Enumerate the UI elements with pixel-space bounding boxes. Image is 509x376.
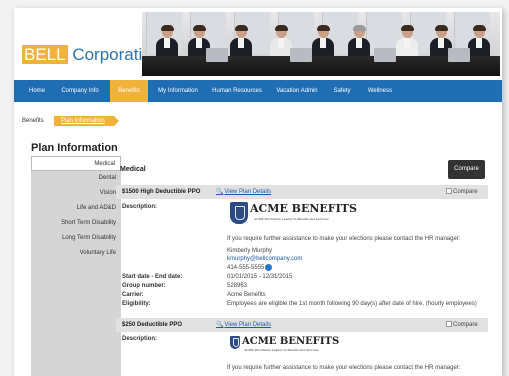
nav-benefits[interactable]: Benefits: [110, 80, 148, 102]
breadcrumb-benefits[interactable]: Benefits: [22, 116, 44, 126]
main-nav: Home Company Info Benefits My Informatio…: [14, 80, 502, 102]
page: BELL Corporation Home Company Info Benef…: [14, 8, 502, 376]
phone-icon[interactable]: [265, 264, 273, 271]
eligibility-value: Employees are eligible the 1st month fol…: [227, 301, 477, 307]
compare-checkbox[interactable]: Compare: [446, 185, 478, 199]
contact-phone-row: 414-555-5555: [227, 264, 273, 272]
carrier-logo: ACME BENEFITS ACME Worldwide Leader in B…: [228, 200, 357, 228]
carrier-logo-text: ACME BENEFITS: [242, 336, 340, 347]
header-banner-photo: [142, 12, 500, 76]
nav-human-resources[interactable]: Human Resources: [210, 80, 264, 102]
view-plan-details-link[interactable]: 🔍View Plan Details: [216, 318, 271, 332]
nav-my-information[interactable]: My Information: [154, 80, 202, 102]
breadcrumb-plan-information[interactable]: Plan Information: [54, 116, 119, 126]
contact-phone: 414-555-5555: [227, 265, 265, 272]
carrier-logo: ACME BENEFITS ACME Worldwide Leader in B…: [228, 336, 340, 352]
company-logo[interactable]: BELL Corporation: [22, 45, 161, 65]
section-title: Medical: [120, 166, 146, 173]
magnifier-icon: 🔍: [216, 322, 224, 328]
eligibility-label: Eligibility:: [122, 301, 151, 307]
header: BELL Corporation: [14, 8, 502, 80]
assistance-text: If you require further assistance to mak…: [227, 236, 461, 242]
shield-logo-icon: [230, 202, 248, 224]
carrier-logo-tagline: ACME Worldwide Leader in Benefit and Ser…: [254, 217, 329, 221]
logo-bell: BELL: [22, 45, 68, 64]
magnifier-icon: 🔍: [216, 189, 224, 195]
start-end-value: 01/01/2015 - 12/31/2015: [227, 274, 293, 280]
sidebar-item-medical[interactable]: Medical: [31, 156, 121, 171]
carrier-logo-tagline: ACME Worldwide Leader in Benefit and Ser…: [244, 348, 319, 352]
group-number-value: 528963: [227, 283, 248, 289]
plan-name: $1500 High Deductible PPO: [122, 189, 201, 195]
nav-wellness[interactable]: Wellness: [364, 80, 396, 102]
view-plan-details-link[interactable]: 🔍View Plan Details: [216, 185, 271, 199]
nav-vacation-admin[interactable]: Vacation Admin: [272, 80, 322, 102]
compare-button[interactable]: Compare: [448, 160, 485, 179]
carrier-value: Acme Benefits: [227, 292, 266, 298]
sidebar-item-dental[interactable]: Dental: [31, 171, 121, 186]
carrier-label: Carrier:: [122, 292, 144, 298]
sidebar-item-vision[interactable]: Vision: [31, 186, 121, 201]
sidebar-item-voluntary-life[interactable]: Voluntary Life: [31, 246, 121, 261]
plan-header-row: $1500 High Deductible PPO 🔍View Plan Det…: [116, 185, 488, 199]
checkbox-icon[interactable]: [446, 188, 452, 195]
plan-name: $250 Deductible PPO: [122, 322, 183, 328]
plan-header-row: $250 Deductible PPO 🔍View Plan Details C…: [116, 318, 488, 332]
carrier-logo-text: ACME BENEFITS: [250, 202, 357, 215]
view-plan-details-label[interactable]: View Plan Details: [224, 322, 271, 328]
assistance-text: If you require further assistance to mak…: [227, 365, 461, 371]
nav-company-info[interactable]: Company Info: [58, 80, 102, 102]
contact-name: Kimberly Murphy: [227, 248, 273, 254]
plan-sidebar: Medical Dental Vision Life and AD&D Shor…: [31, 156, 121, 376]
page-title: Plan Information: [31, 142, 118, 154]
start-end-label: Start date - End date:: [122, 274, 183, 280]
compare-checkbox-label: Compare: [453, 189, 478, 195]
contact-email[interactable]: kmurphy@bellcompany.com: [227, 256, 302, 262]
sidebar-item-short-term-disability[interactable]: Short Term Disability: [31, 216, 121, 231]
view-plan-details-label[interactable]: View Plan Details: [224, 189, 271, 195]
nav-home[interactable]: Home: [26, 80, 48, 102]
compare-checkbox-label: Compare: [453, 322, 478, 328]
compare-checkbox[interactable]: Compare: [446, 318, 478, 332]
description-label: Description:: [122, 336, 158, 342]
sidebar-item-life-add[interactable]: Life and AD&D: [31, 201, 121, 216]
checkbox-icon[interactable]: [446, 321, 452, 328]
nav-safety[interactable]: Safety: [330, 80, 354, 102]
group-number-label: Group number:: [122, 283, 166, 289]
sidebar-item-long-term-disability[interactable]: Long Term Disability: [31, 231, 121, 246]
description-label: Description:: [122, 204, 158, 210]
shield-logo-icon: [230, 336, 240, 349]
